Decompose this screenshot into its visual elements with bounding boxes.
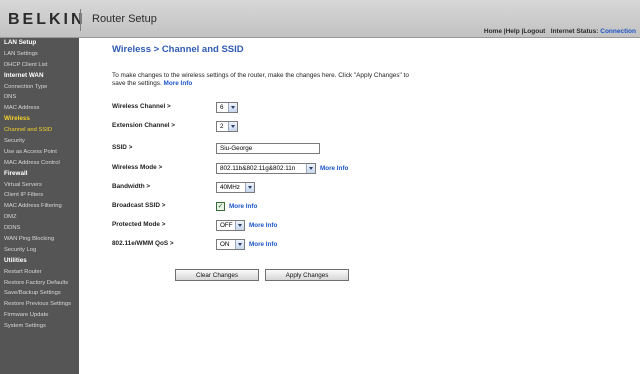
wireless-mode-row: Wireless Mode > 802.11b&802.11g&802.11n …	[112, 161, 512, 175]
nav-item-client-ip-filters[interactable]: Client IP Filters	[0, 190, 79, 201]
protected-mode-more-info-link[interactable]: More Info	[249, 222, 277, 229]
nav-item-restore-factory-defaults[interactable]: Restore Factory Defaults	[0, 278, 79, 289]
broadcast-ssid-more-info-link[interactable]: More Info	[229, 203, 257, 210]
protected-mode-row: Protected Mode > OFF More Info	[112, 218, 512, 232]
nav-section-wireless: Wireless	[4, 115, 30, 123]
home-link[interactable]: Home	[484, 28, 502, 35]
nav-item-ddns[interactable]: DDNS	[0, 223, 79, 234]
nav-item-restart-router[interactable]: Restart Router	[0, 267, 79, 278]
chevron-down-icon	[306, 163, 315, 173]
nav-item-connection-type[interactable]: Connection Type	[0, 82, 79, 93]
intro-more-info-link[interactable]: More Info	[164, 80, 193, 87]
nav-item-firmware-update[interactable]: Firmware Update	[0, 310, 79, 321]
wireless-mode-value: 802.11b&802.11g&802.11n	[220, 164, 296, 172]
intro-body: To make changes to the wireless settings…	[112, 72, 409, 88]
chevron-down-icon	[228, 121, 237, 131]
nav-item-security-log[interactable]: Security Log	[0, 245, 79, 256]
nav-item-restore-previous-settings[interactable]: Restore Previous Settings	[0, 299, 79, 310]
apply-changes-button[interactable]: Apply Changes	[265, 269, 349, 281]
page-title: Wireless > Channel and SSID	[112, 44, 244, 55]
nav-item-wan-ping-blocking[interactable]: WAN Ping Blocking	[0, 234, 79, 245]
ssid-label: SSID >	[112, 144, 133, 151]
nav-item-mac-address-filtering[interactable]: MAC Address Filtering	[0, 201, 79, 212]
wireless-channel-select[interactable]: 6	[216, 101, 238, 113]
bandwidth-row: Bandwidth > 40MHz	[112, 180, 512, 194]
nav-item-use-as-access-point[interactable]: Use as Access Point	[0, 147, 79, 158]
nav-item-system-settings[interactable]: System Settings	[0, 321, 79, 332]
wireless-mode-label: Wireless Mode >	[112, 164, 163, 171]
wmm-qos-select[interactable]: ON	[216, 238, 245, 250]
extension-channel-value: 2	[220, 122, 224, 130]
main-content: Wireless > Channel and SSID To make chan…	[112, 44, 632, 250]
nav-item-mac-address[interactable]: MAC Address	[0, 103, 79, 114]
top-links: Home |Help |Logout Internet Status: Conn…	[484, 28, 636, 35]
bandwidth-select[interactable]: 40MHz	[216, 181, 255, 193]
nav-item-dmz[interactable]: DMZ	[0, 212, 79, 223]
nav-item-security[interactable]: Security	[0, 136, 79, 147]
nav-item-dhcp-client-list[interactable]: DHCP Client List	[0, 60, 79, 71]
bandwidth-value: 40MHz	[220, 183, 240, 191]
wireless-channel-value: 6	[220, 103, 224, 111]
sidebar-nav: LAN Setup LAN Settings DHCP Client List …	[0, 38, 79, 374]
chevron-down-icon	[245, 182, 254, 192]
nav-item-mac-address-control[interactable]: MAC Address Control	[0, 158, 79, 169]
wmm-qos-more-info-link[interactable]: More Info	[249, 241, 277, 248]
nav-item-save-backup-settings[interactable]: Save/Backup Settings	[0, 288, 79, 299]
broadcast-ssid-row: Broadcast SSID > More Info	[112, 199, 512, 213]
ssid-input[interactable]: Siu-George	[216, 142, 320, 154]
intro-text: To make changes to the wireless settings…	[112, 72, 412, 89]
chevron-down-icon	[228, 102, 237, 112]
nav-section-lan-setup: LAN Setup	[4, 39, 37, 46]
wireless-mode-more-info-link[interactable]: More Info	[320, 165, 348, 172]
wmm-qos-row: 802.11e/WMM QoS > ON More Info	[112, 237, 512, 251]
broadcast-ssid-checkbox[interactable]	[216, 201, 225, 211]
wireless-channel-label: Wireless Channel >	[112, 103, 171, 110]
clear-changes-button[interactable]: Clear Changes	[175, 269, 259, 281]
extension-channel-select[interactable]: 2	[216, 120, 238, 132]
extension-channel-label: Extension Channel >	[112, 122, 176, 129]
chevron-down-icon	[235, 220, 244, 230]
app-title: Router Setup	[92, 13, 157, 25]
logout-link[interactable]: Logout	[523, 28, 545, 35]
internet-status-label: Internet Status:	[550, 28, 599, 35]
wmm-qos-value: ON	[220, 240, 230, 248]
wmm-qos-label: 802.11e/WMM QoS >	[112, 240, 174, 247]
extension-channel-row: Extension Channel > 2	[112, 119, 512, 133]
nav-item-lan-settings[interactable]: LAN Settings	[0, 49, 79, 60]
header-bar: BELKIN Router Setup Home |Help |Logout I…	[0, 0, 640, 38]
bandwidth-label: Bandwidth >	[112, 183, 151, 190]
broadcast-ssid-label: Broadcast SSID >	[112, 202, 166, 209]
wireless-channel-row: Wireless Channel > 6	[112, 100, 512, 114]
nav-item-dns[interactable]: DNS	[0, 92, 79, 103]
nav-item-virtual-servers[interactable]: Virtual Servers	[0, 180, 79, 191]
protected-mode-label: Protected Mode >	[112, 221, 166, 228]
help-link[interactable]: Help	[506, 28, 520, 35]
internet-status-value: Connection	[600, 28, 636, 35]
protected-mode-select[interactable]: OFF	[216, 219, 245, 231]
wireless-mode-select[interactable]: 802.11b&802.11g&802.11n	[216, 162, 316, 174]
protected-mode-value: OFF	[220, 221, 233, 229]
nav-section-firewall: Firewall	[4, 169, 28, 177]
chevron-down-icon	[235, 239, 244, 249]
nav-section-internet-wan: Internet WAN	[4, 71, 44, 79]
nav-section-utilities: Utilities	[4, 256, 27, 264]
ssid-row: SSID > Siu-George	[112, 141, 512, 155]
header-divider	[80, 9, 81, 31]
nav-item-channel-and-ssid[interactable]: Channel and SSID	[0, 125, 79, 136]
belkin-logo: BELKIN	[8, 11, 86, 28]
